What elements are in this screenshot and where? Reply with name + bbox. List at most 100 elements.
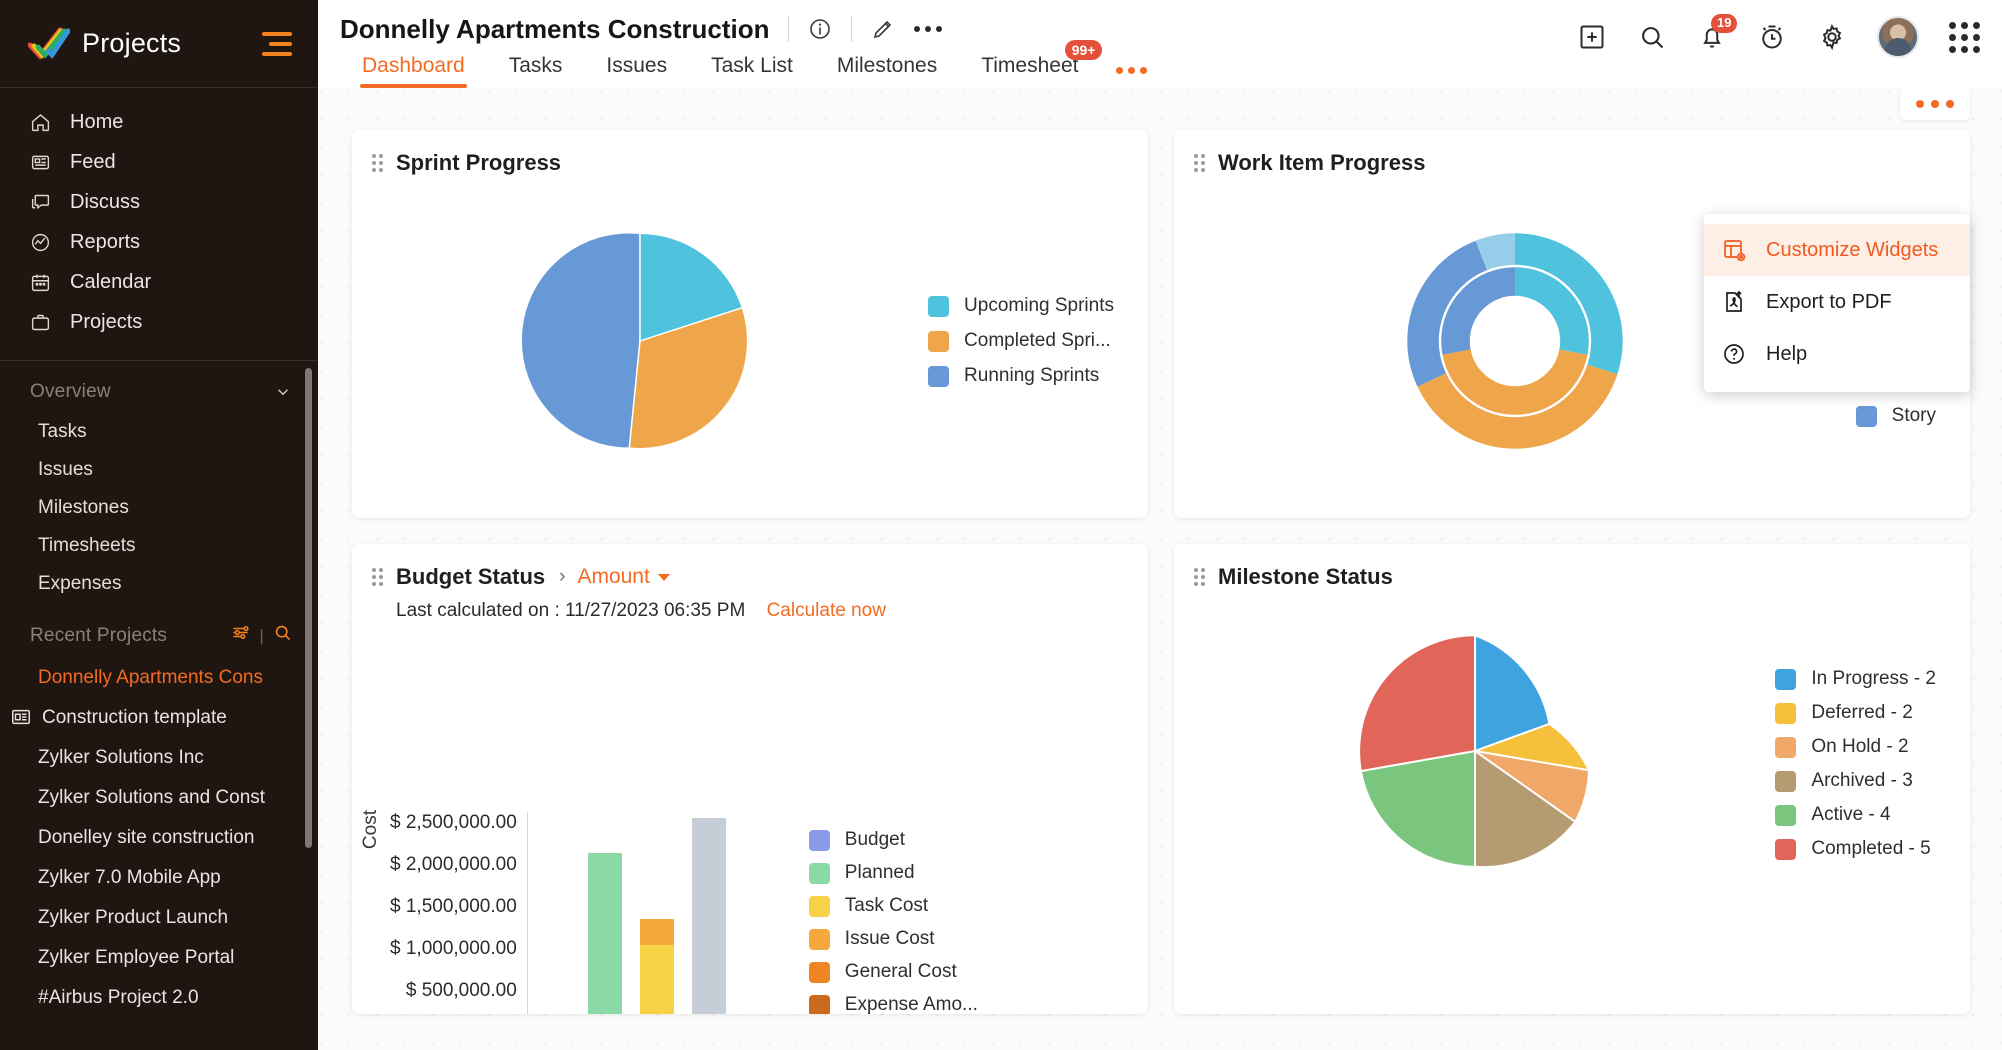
sidebar-item-calendar[interactable]: Calendar: [0, 262, 318, 302]
sidebar-section-overview[interactable]: Overview: [0, 361, 318, 413]
sidebar-scrollbar[interactable]: [305, 368, 312, 848]
tab-task-list[interactable]: Task List: [689, 54, 815, 88]
legend-item[interactable]: Expense Amo...: [808, 994, 984, 1014]
legend-item[interactable]: Active - 4: [1775, 804, 1936, 826]
main-area: Donnelly Apartments Construction Dashboa…: [318, 0, 2002, 1050]
tab-label: Task List: [711, 54, 793, 77]
tabs-more-button[interactable]: [1116, 67, 1148, 74]
legend-item[interactable]: Task Cost: [808, 895, 984, 917]
widget-title: Budget Status: [396, 564, 546, 589]
legend-swatch: [928, 330, 950, 352]
bar-segment-task-cost: [640, 945, 675, 1014]
edit-pencil-icon[interactable]: [870, 16, 896, 42]
legend-item[interactable]: Story: [1855, 405, 1936, 427]
milestone-pie-chart[interactable]: [1174, 616, 1775, 1002]
sidebar-item-label: Tasks: [38, 421, 87, 442]
legend-item[interactable]: In Progress - 2: [1775, 668, 1936, 690]
sidebar-item-milestones[interactable]: Milestones: [0, 489, 318, 527]
legend-item[interactable]: Planned: [808, 862, 984, 884]
chevron-down-icon[interactable]: [274, 383, 292, 401]
project-label: Donnelly Apartments Cons: [38, 667, 263, 688]
recent-project-item[interactable]: Zylker 7.0 Mobile App: [0, 858, 318, 898]
legend-item[interactable]: General Cost: [808, 961, 984, 983]
legend-label: Upcoming Sprints: [964, 295, 1114, 316]
info-icon[interactable]: [807, 16, 833, 42]
sidebar-item-expenses[interactable]: Expenses: [0, 565, 318, 603]
milestone-legend: In Progress - 2 Deferred - 2 On Hold - 2…: [1775, 616, 1970, 860]
search-icon[interactable]: [1637, 22, 1667, 52]
budget-amount-dropdown[interactable]: Amount: [577, 565, 670, 589]
tab-label: Issues: [606, 54, 668, 77]
sidebar-item-home[interactable]: Home: [0, 102, 318, 142]
tab-timesheet[interactable]: Timesheet 99+: [959, 40, 1103, 88]
dashboard-more-options-button[interactable]: [1900, 88, 1970, 120]
tab-milestones[interactable]: Milestones: [815, 54, 959, 88]
tab-dashboard[interactable]: Dashboard: [340, 54, 487, 88]
project-label: Zylker Product Launch: [38, 907, 229, 928]
legend-item[interactable]: Completed - 5: [1775, 838, 1936, 860]
filter-icon[interactable]: [231, 623, 250, 648]
gear-icon[interactable]: [1817, 22, 1847, 52]
project-label: Zylker Employee Portal: [38, 947, 235, 968]
drag-handle-icon[interactable]: [1194, 154, 1208, 172]
recent-project-item[interactable]: Construction template: [0, 698, 318, 738]
calculate-now-button[interactable]: Calculate now: [767, 600, 886, 621]
legend-item[interactable]: Archived - 3: [1775, 770, 1936, 792]
sidebar-item-projects[interactable]: Projects: [0, 302, 318, 342]
budget-bar-chart[interactable]: Cost $ 2,500,000.00 $ 2,000,000.00 $ 1,5…: [352, 622, 1148, 1014]
sidebar-section-recent-projects: Recent Projects |: [0, 603, 318, 658]
recent-project-item[interactable]: Zylker Product Launch: [0, 898, 318, 938]
search-icon[interactable]: [273, 623, 292, 648]
tab-issues[interactable]: Issues: [584, 54, 689, 88]
sidebar-item-label: Milestones: [38, 497, 129, 518]
legend-item[interactable]: Budget: [808, 829, 984, 851]
drag-handle-icon[interactable]: [372, 154, 386, 172]
recent-project-item[interactable]: #Airbus Project 2.0: [0, 978, 318, 1018]
notifications-bell-icon[interactable]: 19: [1697, 14, 1738, 52]
sidebar-item-timesheets[interactable]: Timesheets: [0, 527, 318, 565]
sprint-pie-chart[interactable]: [352, 176, 928, 506]
apps-grid-icon[interactable]: [1949, 21, 1980, 53]
feed-icon: [30, 151, 56, 173]
sidebar-item-discuss[interactable]: Discuss: [0, 182, 318, 222]
bar-actual[interactable]: [640, 919, 675, 1014]
legend-item[interactable]: Completed Spri...: [928, 330, 1114, 352]
sidebar-item-label: Timesheets: [38, 535, 136, 556]
drag-handle-icon[interactable]: [1194, 568, 1208, 586]
legend-item[interactable]: Issue Cost: [808, 928, 984, 950]
template-icon: [10, 706, 34, 730]
legend-item[interactable]: Running Sprints: [928, 365, 1114, 387]
sidebar-item-reports[interactable]: Reports: [0, 222, 318, 262]
sidebar-item-tasks[interactable]: Tasks: [0, 413, 318, 451]
tab-label: Tasks: [508, 54, 563, 77]
recent-project-item[interactable]: Donnelly Apartments Cons: [0, 658, 318, 698]
recent-project-item[interactable]: Zylker Employee Portal: [0, 938, 318, 978]
add-icon[interactable]: [1577, 22, 1607, 52]
legend-item[interactable]: On Hold - 2: [1775, 736, 1936, 758]
sidebar-item-label: Discuss: [70, 190, 141, 213]
menu-item-help[interactable]: Help: [1704, 328, 1970, 380]
sidebar-item-issues[interactable]: Issues: [0, 451, 318, 489]
legend-item[interactable]: Deferred - 2: [1775, 702, 1936, 724]
timer-icon[interactable]: [1757, 22, 1787, 52]
tab-tasks[interactable]: Tasks: [487, 54, 585, 88]
discuss-icon: [30, 191, 56, 213]
recent-project-item[interactable]: Zylker Solutions Inc: [0, 738, 318, 778]
recent-project-item[interactable]: Zylker Solutions and Const: [0, 778, 318, 818]
legend-item[interactable]: Upcoming Sprints: [928, 295, 1114, 317]
recent-project-item[interactable]: Donelley site construction: [0, 818, 318, 858]
sidebar-item-feed[interactable]: Feed: [0, 142, 318, 182]
widget-title: Work Item Progress: [1218, 150, 1426, 175]
title-more-options-button[interactable]: [913, 26, 942, 32]
sidebar-collapse-button[interactable]: [262, 31, 292, 56]
menu-item-label: Customize Widgets: [1766, 238, 1939, 261]
menu-item-export-to-pdf[interactable]: Export to PDF: [1704, 276, 1970, 328]
bar-forecasted[interactable]: [692, 818, 727, 1014]
notification-count-badge: 19: [1711, 14, 1738, 33]
drag-handle-icon[interactable]: [372, 568, 386, 586]
briefcase-icon: [30, 311, 56, 333]
sidebar-item-label: Reports: [70, 230, 141, 253]
avatar[interactable]: [1877, 16, 1919, 58]
menu-item-customize-widgets[interactable]: Customize Widgets: [1704, 224, 1970, 276]
bar-planned[interactable]: [588, 853, 623, 1014]
